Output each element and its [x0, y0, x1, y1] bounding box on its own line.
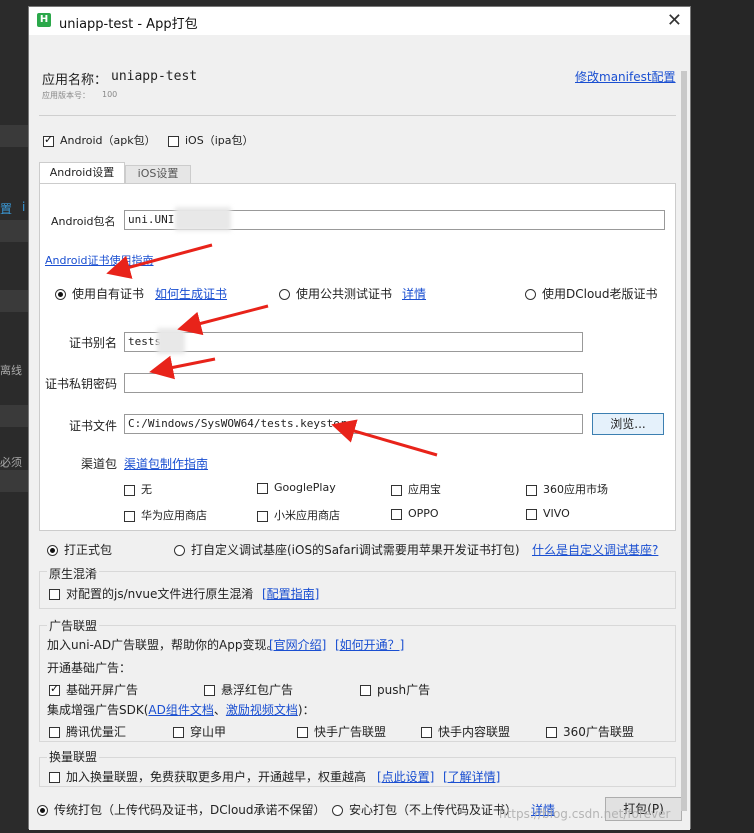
arrow-to-cert-file	[331, 419, 438, 457]
annotation-arrows	[106, 243, 438, 457]
arrow-to-cert-alias	[177, 304, 269, 336]
arrow-to-cert-password	[149, 355, 216, 380]
arrow-to-cert-guide	[106, 243, 213, 279]
